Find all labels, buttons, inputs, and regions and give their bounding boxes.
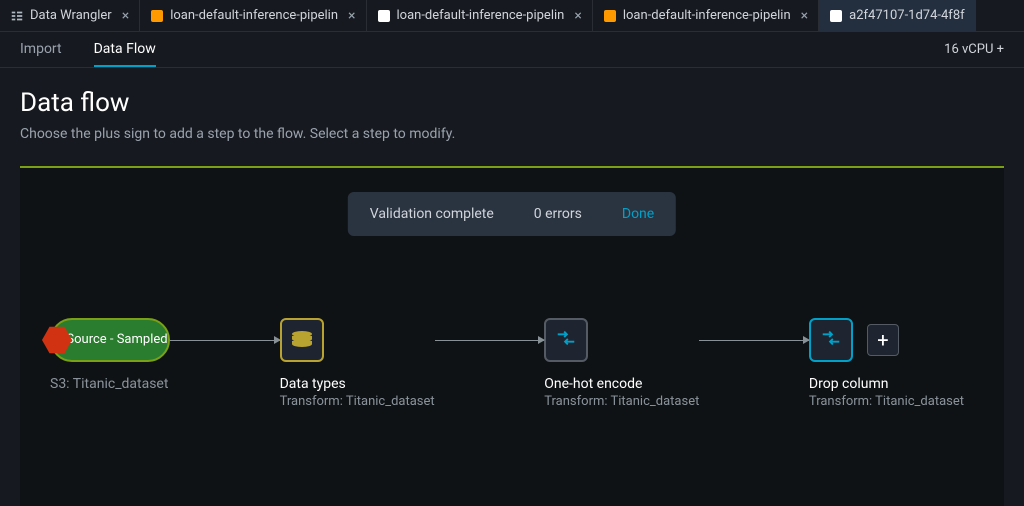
- node-label: Drop column: [809, 376, 889, 392]
- toast-errors: 0 errors: [534, 206, 582, 222]
- tab-label: loan-default-inference-pipelin: [397, 8, 565, 23]
- file-icon: [829, 9, 843, 23]
- node-drop-column[interactable]: + Drop column Transform: Titanic_dataset: [809, 318, 964, 409]
- close-icon[interactable]: ×: [122, 8, 129, 24]
- add-step-button[interactable]: +: [867, 324, 899, 356]
- tab-label: loan-default-inference-pipelin: [623, 8, 791, 23]
- node-data-types[interactable]: Data types Transform: Titanic_dataset: [280, 318, 435, 409]
- tab-label: loan-default-inference-pipelin: [170, 8, 338, 23]
- node-one-hot[interactable]: One-hot encode Transform: Titanic_datase…: [544, 318, 699, 409]
- connector: [699, 318, 809, 362]
- data-types-box[interactable]: [280, 318, 324, 362]
- node-sublabel: Transform: Titanic_dataset: [544, 394, 699, 409]
- toast-message: Validation complete: [370, 206, 494, 222]
- close-icon[interactable]: ×: [801, 8, 808, 24]
- node-label: One-hot encode: [544, 376, 642, 392]
- page-header: Data flow Choose the plus sign to add a …: [0, 68, 1024, 154]
- file-icon: [150, 9, 164, 23]
- transform-box[interactable]: [544, 318, 588, 362]
- close-icon[interactable]: ×: [348, 8, 355, 24]
- subnav-data-flow[interactable]: Data Flow: [94, 33, 156, 67]
- transform-icon: [820, 327, 842, 353]
- page-title: Data flow: [20, 88, 1004, 118]
- connector: [435, 318, 545, 362]
- toast-done-button[interactable]: Done: [622, 206, 654, 222]
- tab-label: a2f47107-1d74-4f8f: [849, 8, 965, 23]
- s3-icon: [42, 325, 72, 355]
- transform-box-selected[interactable]: [809, 318, 853, 362]
- transform-icon: [555, 327, 577, 353]
- tab-data-wrangler[interactable]: Data Wrangler ×: [0, 0, 140, 31]
- node-label: S3: Titanic_dataset: [50, 376, 168, 392]
- database-icon: [292, 331, 312, 349]
- resource-status: 16 vCPU +: [944, 42, 1004, 57]
- page-subtitle: Choose the plus sign to add a step to th…: [20, 126, 1004, 142]
- validation-toast: Validation complete 0 errors Done: [348, 192, 676, 236]
- flow-graph: Source - Sampled S3: Titanic_dataset Dat…: [90, 318, 964, 409]
- sub-nav: Import Data Flow 16 vCPU +: [0, 32, 1024, 68]
- file-icon: [603, 9, 617, 23]
- node-source[interactable]: Source - Sampled S3: Titanic_dataset: [50, 318, 170, 392]
- node-label: Data types: [280, 376, 346, 392]
- tab-label: Data Wrangler: [30, 8, 112, 23]
- file-icon: [377, 9, 391, 23]
- source-node-box[interactable]: Source - Sampled: [50, 318, 170, 362]
- flow-canvas[interactable]: Validation complete 0 errors Done Source…: [20, 166, 1004, 506]
- tab-active-flow[interactable]: a2f47107-1d74-4f8f: [819, 0, 976, 31]
- wrangler-icon: [10, 9, 24, 23]
- tab-bar: Data Wrangler × loan-default-inference-p…: [0, 0, 1024, 32]
- node-sublabel: Transform: Titanic_dataset: [809, 394, 964, 409]
- connector: [170, 318, 280, 362]
- close-icon[interactable]: ×: [574, 8, 581, 24]
- tab-loan-3[interactable]: loan-default-inference-pipelin ×: [593, 0, 819, 31]
- tab-loan-1[interactable]: loan-default-inference-pipelin ×: [140, 0, 366, 31]
- tab-loan-2[interactable]: loan-default-inference-pipelin ×: [367, 0, 593, 31]
- subnav-import[interactable]: Import: [20, 33, 62, 67]
- node-sublabel: Transform: Titanic_dataset: [280, 394, 435, 409]
